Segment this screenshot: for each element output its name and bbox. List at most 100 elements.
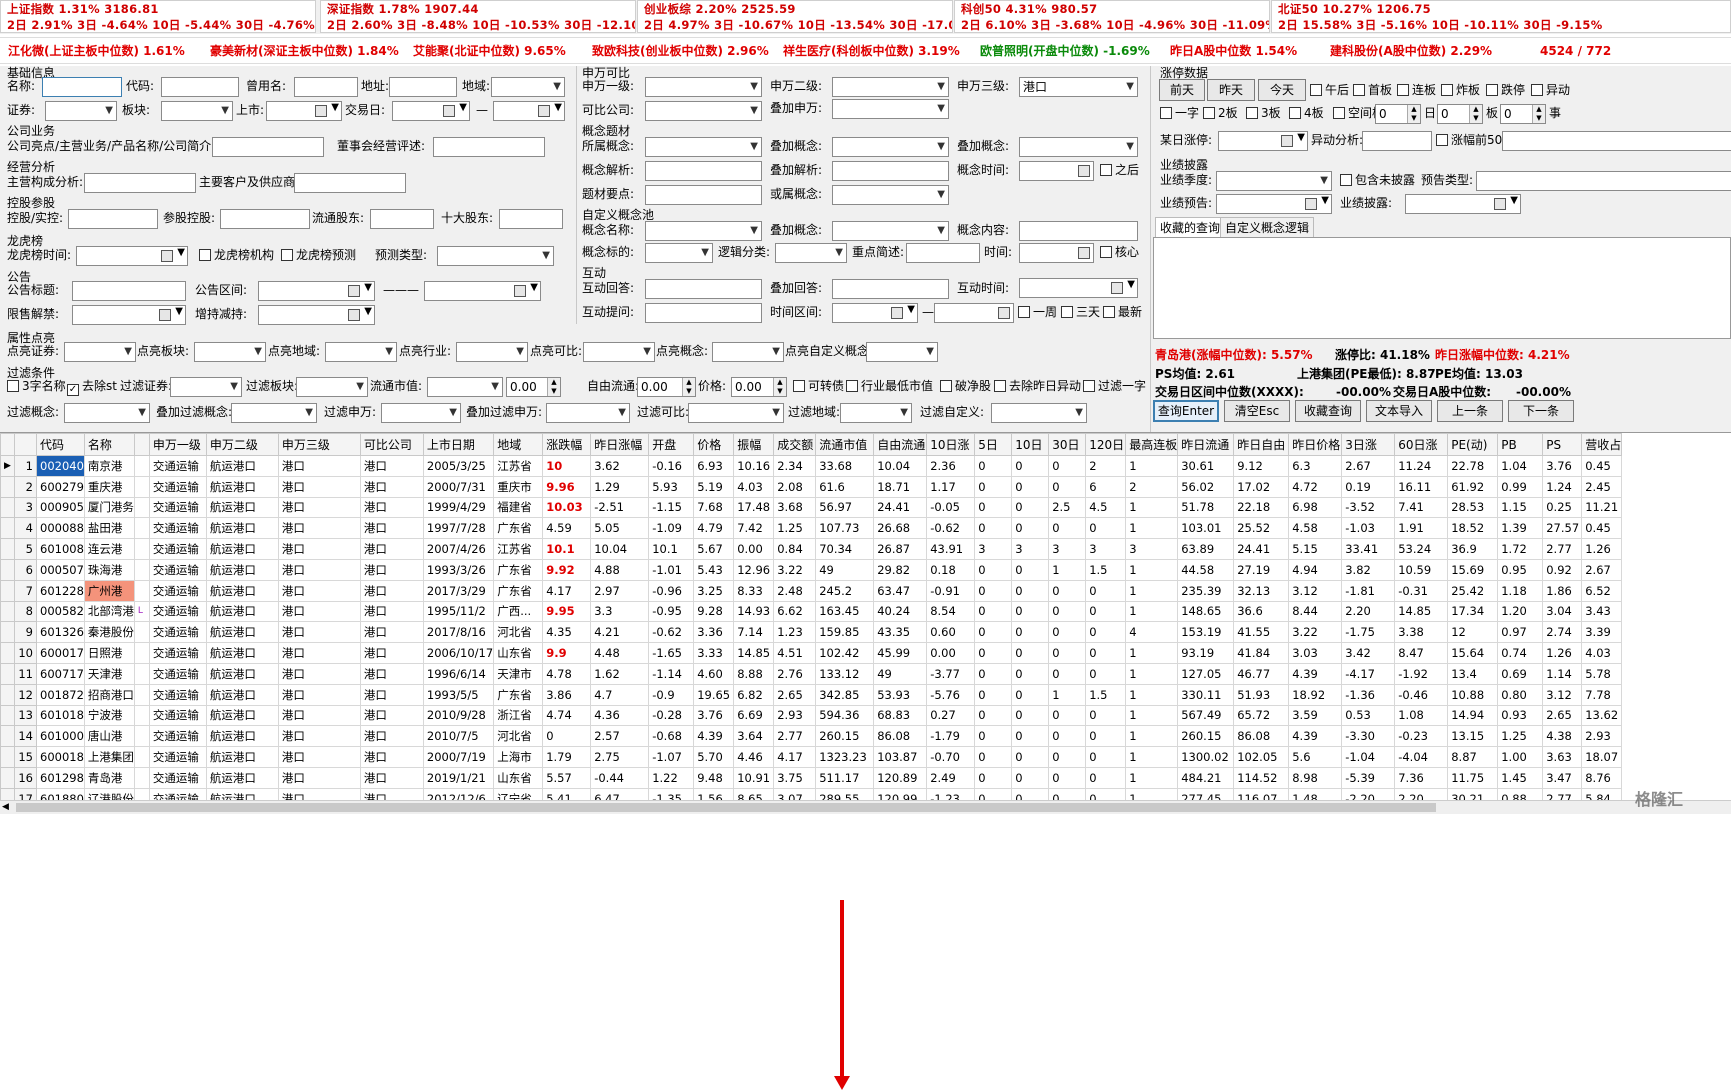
text-import-button[interactable]: 文本导入 [1366, 400, 1432, 422]
name-header[interactable]: 名称 [83, 433, 135, 456]
filter-custom-select[interactable]: ▼ [991, 403, 1087, 423]
d120-header[interactable]: 120日 [1085, 433, 1127, 456]
table-cell[interactable]: 1.62 [590, 662, 650, 685]
table-cell[interactable]: 2.57 [590, 725, 650, 748]
ticker-item[interactable]: 欧普照明(开盘中位数) -1.69% [980, 38, 1150, 64]
table-cell[interactable]: 10.04 [873, 455, 928, 477]
table-cell[interactable]: 1.22 [648, 766, 695, 789]
table-cell[interactable]: 36.6 [1233, 600, 1290, 623]
table-cell[interactable]: -1.81 [1341, 579, 1396, 602]
table-cell[interactable]: 3.76 [693, 704, 735, 727]
table-cell[interactable]: 6.69 [733, 704, 775, 727]
table-cell[interactable]: 4.38 [1542, 725, 1583, 748]
table-cell[interactable]: 44.58 [1177, 558, 1235, 581]
table-cell[interactable]: -0.44 [590, 766, 650, 789]
filter-sec-select[interactable]: ▼ [170, 377, 242, 397]
table-cell[interactable]: 61.92 [1447, 475, 1499, 498]
table-cell[interactable]: 1 [1125, 455, 1179, 477]
season-select[interactable]: ▼ [1216, 171, 1332, 191]
saved-queries-list[interactable] [1153, 237, 1731, 339]
stock-code-cell[interactable]: 000088 [36, 517, 85, 540]
table-cell[interactable]: 3.36 [693, 621, 735, 644]
region-select[interactable]: ▼ [491, 77, 565, 97]
table-cell[interactable]: 0 [974, 517, 1013, 540]
table-cell[interactable]: -5.39 [1341, 766, 1396, 789]
code-header[interactable]: 代码 [36, 433, 85, 456]
table-cell[interactable]: 1.15 [1497, 496, 1544, 519]
table-cell[interactable]: 61.6 [815, 475, 875, 498]
table-cell[interactable]: 68.83 [873, 704, 928, 727]
index-box-kc50[interactable]: 科创50 4.31% 980.57 2日 6.10% 3日 -3.68% 10日 … [954, 0, 1270, 33]
table-cell[interactable]: 3.82 [1341, 558, 1396, 581]
ticker-item[interactable]: 建科股份(A股中位数) 2.29% [1330, 38, 1492, 64]
ticker-item[interactable]: 致欧科技(创业板中位数) 2.96% [592, 38, 769, 64]
table-cell[interactable]: 2.49 [926, 766, 976, 789]
table-cell[interactable]: 0 [1085, 766, 1127, 789]
table-cell[interactable]: 交通运输 [148, 621, 207, 644]
stock-name-cell[interactable]: 盐田港 [83, 517, 135, 540]
stock-code-cell[interactable]: 601298 [36, 766, 85, 789]
flag-header[interactable] [133, 433, 150, 456]
ticker-item[interactable]: 艾能聚(北证中位数) 9.65% [413, 38, 566, 64]
comp-select[interactable]: ▼ [645, 101, 762, 121]
table-cell[interactable]: 5.70 [693, 746, 735, 768]
filter-concept-select[interactable]: ▼ [64, 403, 150, 423]
time-range-start[interactable]: ▼ [832, 303, 918, 323]
table-cell[interactable]: 0 [1085, 579, 1127, 602]
limit-down-checkbox[interactable]: 跌停 [1486, 80, 1525, 100]
table-cell[interactable]: 3.12 [1542, 683, 1583, 706]
table-cell[interactable]: 10.16 [733, 455, 775, 477]
top50-checkbox[interactable]: 涨幅前50 [1436, 130, 1502, 150]
inter-time-picker[interactable]: ▼ [1019, 278, 1138, 298]
table-cell[interactable]: 14.85 [1394, 600, 1449, 623]
table-cell[interactable]: 1.79 [542, 746, 592, 768]
table-cell[interactable]: 0 [1085, 517, 1127, 540]
stock-name-cell[interactable]: 唐山港 [83, 725, 135, 748]
table-cell[interactable]: 2 [1125, 475, 1179, 498]
table-cell[interactable]: 1999/4/29 [422, 496, 495, 519]
table-cell[interactable]: 5.93 [648, 475, 695, 498]
hl-board-select[interactable]: ▼ [194, 342, 266, 362]
table-row[interactable]: 12 001872 招商港口 交通运输 航运港口 港口 港口 1993/5/5 广东省 3.86 4… [0, 683, 1623, 706]
table-cell[interactable]: 0.25 [1542, 496, 1583, 519]
table-cell[interactable]: 43.91 [926, 538, 976, 560]
table-cell[interactable]: 3.42 [1341, 642, 1396, 664]
convertible-checkbox[interactable]: 可转债 [793, 376, 844, 396]
table-cell[interactable]: -0.96 [648, 579, 695, 602]
before-yesterday-button[interactable]: 前天 [1159, 79, 1205, 101]
table-cell[interactable]: 10.91 [733, 766, 775, 789]
day-spinner[interactable]: 0 ▲ ▼ [1375, 104, 1421, 124]
ticker-item[interactable]: 江化微(上证主板中位数) 1.61% [8, 38, 185, 64]
table-cell[interactable] [133, 558, 150, 581]
stock-code-cell[interactable]: 000507 [36, 558, 85, 581]
table-cell[interactable]: 0.69 [1497, 662, 1544, 685]
table-cell[interactable]: 0.00 [733, 538, 775, 560]
table-cell[interactable]: 49 [873, 662, 928, 685]
stock-code-cell[interactable]: 001872 [36, 683, 85, 706]
table-cell[interactable]: 11.75 [1447, 766, 1499, 789]
table-cell[interactable]: 4 [1125, 621, 1179, 644]
table-cell[interactable] [133, 621, 150, 644]
ticker-item[interactable]: 昨日A股中位数 1.54% [1170, 38, 1297, 64]
table-cell[interactable]: 1 [1125, 704, 1179, 727]
table-cell[interactable] [133, 455, 150, 477]
add-filter-concept-select[interactable]: ▼ [231, 403, 317, 423]
table-cell[interactable]: 0.84 [773, 538, 817, 560]
add-filter-sw-select[interactable]: ▼ [546, 403, 630, 423]
table-cell[interactable]: 4.03 [733, 475, 775, 498]
table-cell[interactable]: -1.79 [926, 725, 976, 748]
index-box-bz50[interactable]: 北证50 10.27% 1206.75 2日 15.58% 3日 -5.16% 1… [1271, 0, 1731, 33]
table-cell[interactable]: 港口 [277, 642, 361, 664]
change-header[interactable]: 涨跌幅 [542, 433, 592, 456]
table-cell[interactable]: 1996/6/14 [422, 662, 495, 685]
table-cell[interactable]: 0 [1085, 600, 1127, 623]
table-cell[interactable]: 1.39 [1497, 517, 1544, 540]
inc-dec-picker[interactable]: ▼ [258, 305, 375, 325]
table-cell[interactable]: 14.94 [1447, 704, 1499, 727]
owned-concept-select[interactable]: ▼ [645, 137, 762, 157]
sw-l3-select[interactable]: 港口 ▼ [1019, 77, 1138, 97]
table-cell[interactable]: 1 [1125, 766, 1179, 789]
table-cell[interactable]: 1 [1125, 683, 1179, 706]
table-cell[interactable]: 46.77 [1233, 662, 1290, 685]
table-cell[interactable]: 5.43 [693, 558, 735, 581]
